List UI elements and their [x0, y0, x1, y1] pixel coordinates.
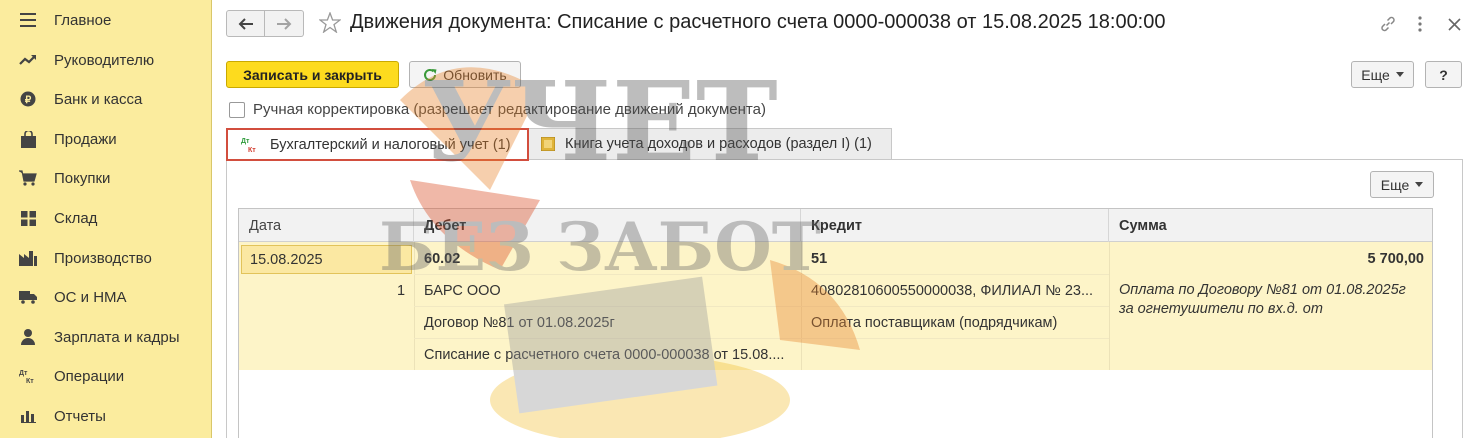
tab-label: Книга учета доходов и расходов (раздел I… — [565, 136, 872, 152]
sidebar-item-label: Покупки — [54, 169, 111, 187]
sidebar-item-label: ОС и НМА — [54, 288, 127, 306]
column-header-debit[interactable]: Дебет — [414, 209, 801, 242]
save-and-close-button[interactable]: Записать и закрыть — [226, 61, 399, 88]
movements-table: Дата Дебет Кредит Сумма 15.08.2025 1 60.… — [238, 208, 1433, 438]
manual-correction-checkbox[interactable] — [229, 101, 245, 118]
sidebar: Главное Руководителю ₽ Банк и касса Прод… — [0, 0, 212, 438]
credit-subconto-1[interactable]: 40802810600550000038, ФИЛИАЛ № 23... — [811, 283, 1093, 299]
row-date-cell[interactable]: 15.08.2025 — [241, 245, 412, 274]
bar-chart-icon — [17, 406, 39, 426]
sidebar-item-payroll[interactable]: Зарплата и кадры — [0, 318, 211, 356]
sidebar-item-label: Склад — [54, 209, 98, 227]
person-icon — [17, 327, 39, 347]
forward-button[interactable] — [265, 10, 304, 37]
arrow-right-icon — [277, 17, 292, 30]
panel-more-button[interactable]: Еще — [1370, 171, 1434, 198]
sidebar-item-label: Руководителю — [54, 51, 155, 69]
dt-kt-icon: Дт Кт — [17, 366, 39, 386]
sidebar-item-operations[interactable]: Дт Кт Операции — [0, 357, 211, 395]
more-vertical-icon[interactable] — [1410, 14, 1430, 34]
manual-correction-label: Ручная корректировка (разрешает редактир… — [253, 101, 766, 118]
arrow-left-icon — [238, 17, 253, 30]
sidebar-item-label: Зарплата и кадры — [54, 328, 180, 346]
sidebar-item-purchases[interactable]: Покупки — [0, 159, 211, 197]
sidebar-item-warehouse[interactable]: Склад — [0, 199, 211, 237]
cart-icon — [17, 168, 39, 188]
debit-subconto-3[interactable]: Списание с расчетного счета 0000-000038 … — [424, 347, 784, 363]
sidebar-item-main[interactable]: Главное — [0, 1, 211, 39]
sidebar-item-label: Операции — [54, 367, 125, 385]
help-button[interactable]: ? — [1425, 61, 1462, 88]
row-description[interactable]: Оплата по Договору №81 от 01.08.2025г за… — [1119, 281, 1424, 319]
credit-subconto-2[interactable]: Оплата поставщикам (подрядчикам) — [811, 315, 1057, 331]
grid-icon — [17, 208, 39, 228]
svg-text:₽: ₽ — [25, 95, 32, 106]
bag-icon — [17, 129, 39, 149]
link-icon[interactable] — [1378, 14, 1398, 34]
column-header-date[interactable]: Дата — [239, 209, 414, 242]
more-label: Еще — [1380, 176, 1410, 193]
coin-icon: ₽ — [17, 89, 39, 109]
book-icon — [541, 137, 555, 151]
refresh-icon — [424, 68, 437, 81]
row-line-number: 1 — [397, 283, 406, 299]
close-icon[interactable] — [1444, 14, 1464, 34]
column-header-credit[interactable]: Кредит — [801, 209, 1109, 242]
row-amount[interactable]: 5 700,00 — [1368, 251, 1424, 267]
debit-subconto-2[interactable]: Договор №81 от 01.08.2025г — [424, 315, 615, 331]
favorite-star-icon[interactable] — [318, 11, 342, 36]
sidebar-item-production[interactable]: Производство — [0, 239, 211, 277]
table-header: Дата Дебет Кредит Сумма — [239, 209, 1432, 242]
factory-icon — [17, 248, 39, 268]
column-header-amount[interactable]: Сумма — [1109, 209, 1434, 242]
sidebar-item-label: Производство — [54, 249, 152, 267]
svg-text:Дт: Дт — [19, 370, 28, 377]
sidebar-item-label: Продажи — [54, 130, 117, 148]
navigation-buttons — [226, 10, 304, 37]
refresh-label: Обновить — [443, 66, 507, 83]
tab-income-expense-book[interactable]: Книга учета доходов и расходов (раздел I… — [528, 128, 892, 160]
sidebar-item-assets[interactable]: ОС и НМА — [0, 278, 211, 316]
trend-icon — [17, 50, 39, 70]
sidebar-item-sales[interactable]: Продажи — [0, 120, 211, 158]
debit-subconto-1[interactable]: БАРС ООО — [424, 283, 501, 299]
back-button[interactable] — [226, 10, 265, 37]
tab-accounting[interactable]: Дт Кт Бухгалтерский и налоговый учет (1) — [226, 128, 529, 161]
chevron-down-icon — [1395, 72, 1404, 77]
more-button[interactable]: Еще — [1351, 61, 1414, 88]
sidebar-item-bank[interactable]: ₽ Банк и касса — [0, 80, 211, 118]
credit-account[interactable]: 51 — [811, 251, 827, 267]
manual-correction-row[interactable]: Ручная корректировка (разрешает редактир… — [229, 101, 766, 118]
sidebar-item-label: Отчеты — [54, 407, 106, 425]
svg-text:Дт: Дт — [241, 138, 250, 145]
sidebar-item-director[interactable]: Руководителю — [0, 41, 211, 79]
tab-label: Бухгалтерский и налоговый учет (1) — [270, 136, 511, 153]
more-label: Еще — [1361, 66, 1390, 83]
chevron-down-icon — [1415, 182, 1424, 187]
svg-text:Кт: Кт — [26, 378, 34, 384]
refresh-button[interactable]: Обновить — [409, 61, 521, 88]
dt-kt-icon: Дт Кт — [240, 136, 260, 154]
menu-icon — [17, 10, 39, 30]
debit-account[interactable]: 60.02 — [424, 251, 460, 267]
document-movements-window: Движения документа: Списание с расчетног… — [213, 0, 1476, 438]
sidebar-item-label: Банк и касса — [54, 90, 143, 108]
sidebar-item-label: Главное — [54, 11, 112, 29]
sidebar-item-reports[interactable]: Отчеты — [0, 397, 211, 435]
page-title: Движения документа: Списание с расчетног… — [350, 11, 1166, 33]
svg-text:Кт: Кт — [248, 147, 256, 154]
truck-icon — [17, 287, 39, 307]
